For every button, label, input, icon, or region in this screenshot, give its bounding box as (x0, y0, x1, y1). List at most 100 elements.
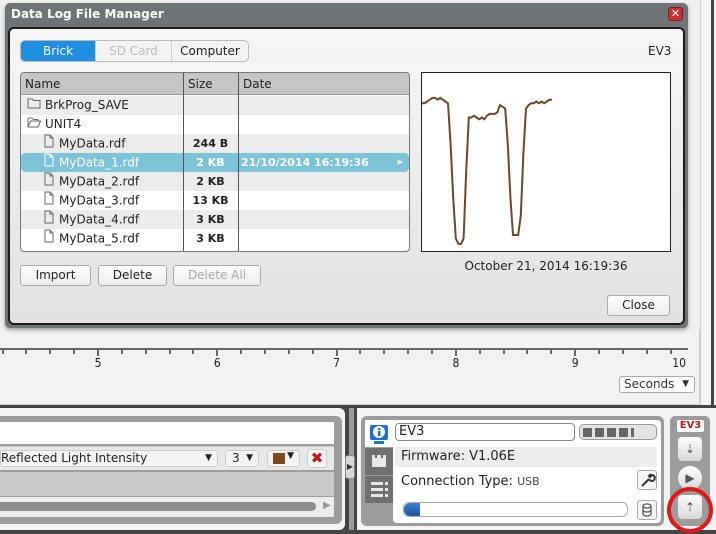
file-name: MyData_4.rdf (59, 212, 140, 227)
dialog-body: Brick SD Card Computer EV3 Name Size Dat… (8, 27, 685, 325)
tab-sd-card[interactable]: SD Card (96, 41, 172, 61)
table-header: Name Size Date (21, 73, 409, 95)
sensor-mode-select[interactable]: Reflected Light Intensity ▼ (0, 450, 218, 467)
column-separator (183, 73, 184, 251)
memory-usage-bar (403, 502, 628, 517)
expand-panel-button[interactable]: ▶ (345, 455, 355, 479)
battery-cell-partial (631, 428, 634, 437)
axis-tick (335, 348, 338, 356)
file-row[interactable]: MyData_4.rdf 3 KB (21, 210, 409, 229)
preview-chart (422, 96, 552, 245)
axis-tick (216, 348, 219, 356)
dialog-title: Data Log File Manager (11, 7, 164, 21)
axis-tick (120, 348, 123, 354)
folder-icon (27, 96, 41, 115)
axis-tick-label: 5 (94, 356, 102, 370)
axis-tick (1, 348, 4, 354)
axis-tick (550, 348, 553, 354)
close-icon: ✕ (670, 7, 681, 20)
chevron-down-icon: ▼ (682, 379, 689, 389)
color-select[interactable]: ▼ (267, 450, 300, 467)
source-tabs: Brick SD Card Computer (20, 40, 249, 62)
file-row[interactable]: MyData_5.rdf 3 KB (21, 229, 409, 248)
dataset-row-empty (0, 472, 334, 496)
column-header-date[interactable]: Date (239, 73, 272, 95)
download-icon: ⇣ (684, 442, 696, 456)
port-select[interactable]: 3 ▼ (225, 450, 259, 467)
connection-value: USB (517, 475, 540, 488)
battery-indicator (579, 424, 657, 440)
axis-tick (478, 348, 481, 354)
file-name: MyData_5.rdf (59, 231, 140, 246)
file-name: MyData_1.rdf (59, 155, 140, 170)
file-name: BrkProg_SAVE (45, 98, 129, 112)
chevron-down-icon: ▼ (205, 453, 212, 463)
file-icon (43, 191, 55, 211)
data-preview (421, 72, 671, 252)
axis-tick-label: 9 (571, 356, 579, 370)
tab-computer[interactable]: Computer (172, 41, 248, 61)
scroll-right-icon[interactable]: ▶ (323, 500, 331, 511)
sensor-mode-label: Reflected Light Intensity (1, 451, 148, 465)
folder-row[interactable]: BrkProg_SAVE (21, 96, 409, 115)
dataset-row-sensor: Reflected Light Intensity ▼ 3 ▼ ▼ ✖ (0, 446, 334, 470)
delete-button[interactable]: Delete (98, 265, 167, 286)
download-button[interactable]: ⇣ (678, 437, 702, 461)
file-name: MyData.rdf (59, 136, 126, 151)
file-icon (43, 134, 55, 154)
list-icon (371, 482, 388, 497)
ev3-badge: EV3 (677, 420, 704, 432)
app-window: 5 6 7 8 9 10 Seconds ▼ Reflected Light Intens… (0, 0, 716, 534)
scroll-row: ▶ (0, 497, 334, 517)
graph-area: 5 6 7 8 9 10 Seconds ▼ (0, 330, 700, 405)
brick-settings-button[interactable] (637, 470, 657, 490)
dialog-close-button[interactable]: ✕ (668, 7, 683, 21)
file-name: MyData_2.rdf (59, 174, 140, 189)
import-button[interactable]: Import (20, 265, 91, 286)
close-button[interactable]: Close (607, 295, 670, 316)
axis-tick (598, 348, 601, 354)
info-icon (370, 425, 388, 444)
firmware-label: Firmware: V1.06E (395, 447, 657, 467)
tab-available-bricks[interactable] (365, 476, 393, 503)
axis-tick (49, 348, 52, 354)
hardware-page: EV3 Firmware: V1.06E Connection Type: US… (357, 408, 716, 530)
delete-all-button[interactable]: Delete All (173, 265, 261, 286)
axis-tick (502, 348, 505, 354)
database-icon (642, 503, 652, 517)
axis-tick (97, 348, 99, 356)
close-icon: ✖ (310, 449, 324, 467)
tab-brick-info[interactable] (365, 420, 393, 447)
file-size: 13 KB (192, 194, 229, 207)
column-header-size[interactable]: Size (184, 73, 213, 95)
file-row[interactable]: MyData_2.rdf 2 KB (21, 172, 409, 191)
file-size: 3 KB (196, 213, 225, 226)
column-header-name[interactable]: Name (21, 73, 60, 95)
file-size: 244 B (192, 137, 229, 150)
port-view-icon (372, 455, 386, 467)
data-log-file-manager-dialog: Data Log File Manager ✕ Brick SD Card Co… (5, 3, 688, 328)
tab-port-view[interactable] (365, 448, 393, 475)
column-separator (238, 73, 239, 251)
dataset-row-header (0, 422, 334, 444)
file-row[interactable]: MyData_3.rdf 13 KB (21, 191, 409, 210)
folder-row[interactable]: UNIT4 (21, 115, 409, 134)
axis-tick-label: 6 (213, 356, 221, 370)
file-row[interactable]: MyData.rdf 244 B (21, 134, 409, 153)
axis-tick (264, 348, 267, 354)
axis-tick (192, 348, 195, 354)
hardware-panel: EV3 Firmware: V1.06E Connection Type: US… (361, 416, 664, 526)
file-row[interactable]: MyData_1.rdf 2 KB 21/10/2014 16:19:36 ▶ (21, 153, 409, 172)
units-select[interactable]: Seconds ▼ (619, 376, 695, 393)
remove-dataset-button[interactable]: ✖ (307, 449, 327, 468)
color-swatch (273, 453, 285, 464)
axis-tick-label: 10 (672, 356, 686, 370)
memory-browser-button[interactable] (637, 500, 657, 520)
tab-brick[interactable]: Brick (21, 41, 96, 61)
horizontal-scrollbar[interactable] (0, 502, 316, 511)
chevron-right-icon: ▶ (346, 462, 354, 471)
axis-tick (359, 348, 362, 354)
chevron-right-icon: ▶ (397, 158, 403, 166)
brick-name-input[interactable]: EV3 (395, 423, 575, 441)
axis-tick (25, 348, 28, 354)
